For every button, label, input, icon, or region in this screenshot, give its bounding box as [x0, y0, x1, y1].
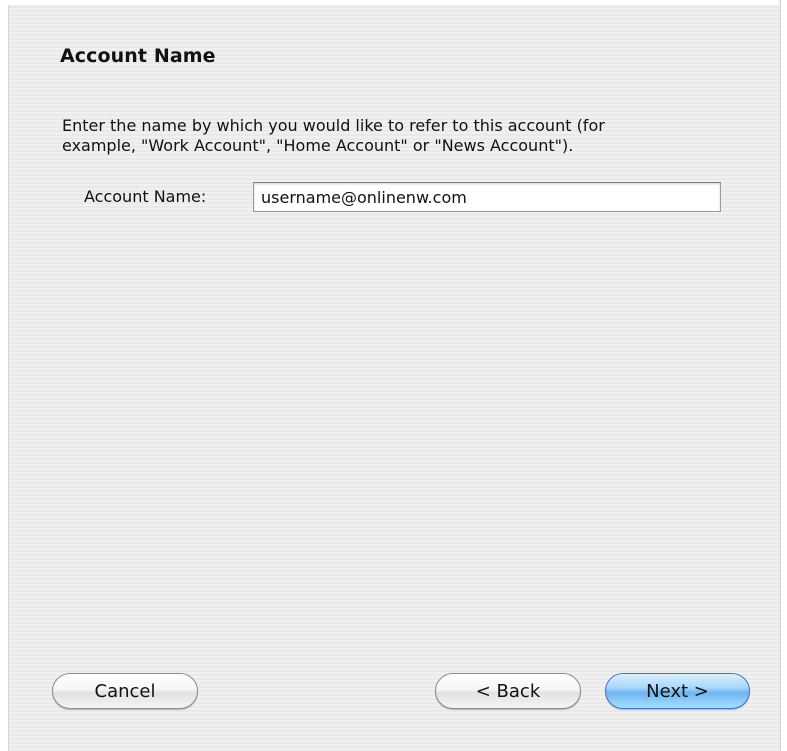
cancel-button[interactable]: Cancel	[52, 673, 198, 709]
wizard-panel	[8, 0, 781, 751]
account-name-input[interactable]	[253, 182, 721, 212]
page-title: Account Name	[60, 45, 216, 67]
next-button[interactable]: Next >	[605, 673, 750, 709]
instruction-text: Enter the name by which you would like t…	[62, 116, 605, 155]
account-name-label: Account Name:	[84, 187, 207, 206]
top-edge	[8, 0, 779, 5]
back-button[interactable]: < Back	[435, 673, 581, 709]
